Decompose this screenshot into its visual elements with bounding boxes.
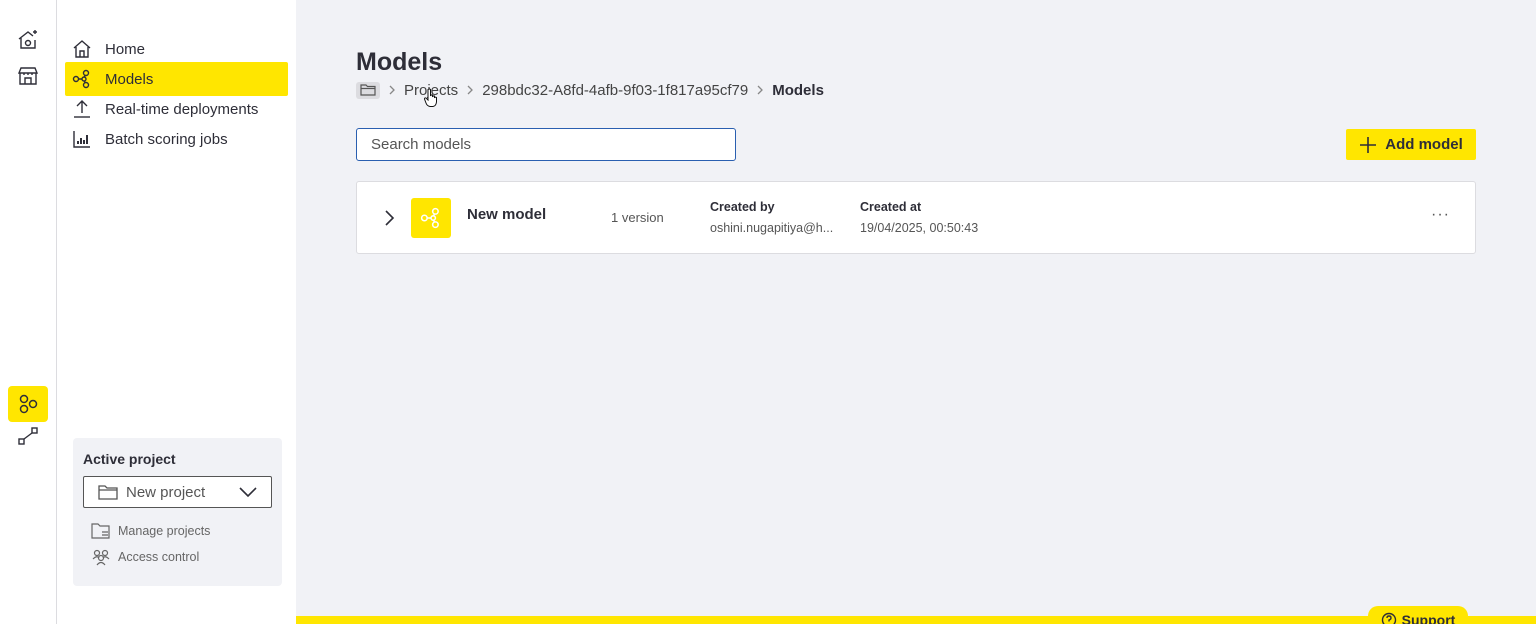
nav-item-home[interactable]: Home [65,32,288,66]
created-at-label: Created at [860,200,922,214]
model-icon [411,198,451,238]
active-project-title: Active project [83,451,176,467]
more-options-icon[interactable]: ··· [1431,206,1450,224]
nav-item-label: Real-time deployments [105,100,259,118]
nav-item-real-time-deployments[interactable]: Real-time deployments [65,92,288,126]
model-version-count: 1 version [611,210,664,225]
icon-rail [0,0,57,624]
project-select-value: New project [126,483,206,501]
help-icon [1381,612,1397,624]
nav-item-label: Models [105,70,154,88]
support-button[interactable]: Support [1368,606,1468,624]
support-label: Support [1401,612,1456,624]
upload-icon [71,98,93,120]
store-icon[interactable] [8,58,48,94]
project-select[interactable]: New project [83,476,272,508]
nav-item-label: Batch scoring jobs [105,130,228,148]
manage-projects-icon [91,522,111,540]
access-control-link[interactable]: Access control [91,548,199,566]
active-project-panel: Active project New project Manage projec… [73,438,282,586]
models-app-icon[interactable] [8,386,48,422]
manage-projects-label: Manage projects [118,524,211,538]
users-icon [91,548,111,566]
nav-item-batch-scoring-jobs[interactable]: Batch scoring jobs [65,122,288,156]
home-sparkle-icon[interactable] [8,22,48,58]
access-control-label: Access control [118,550,200,564]
page-title: Models [356,48,443,76]
chevron-right-icon [756,84,764,96]
created-by-value: oshini.nugapitiya@h... [710,221,834,235]
chevron-right-icon [466,84,474,96]
hand-pointer-icon [423,88,439,113]
nav-item-label: Home [105,40,146,58]
manage-projects-link[interactable]: Manage projects [91,522,210,540]
plus-icon [1359,136,1377,154]
chevron-right-icon[interactable] [383,209,395,227]
chevron-down-icon [239,485,257,503]
folder-icon [98,484,118,500]
breadcrumb-folder-icon[interactable] [356,81,380,99]
main-content: Models Projects 298bdc32-A8fd-4afb-9f03-… [296,0,1536,624]
breadcrumb-current: Models [772,81,824,99]
chevron-right-icon [388,84,396,96]
created-at-value: 19/04/2025, 00:50:43 [860,221,979,235]
model-row[interactable]: New model 1 version Created by oshini.nu… [356,181,1476,254]
created-by-label: Created by [710,200,775,214]
model-name[interactable]: New model [467,206,546,223]
breadcrumb-project-id[interactable]: 298bdc32-A8fd-4afb-9f03-1f817a95cf79 [482,82,748,99]
nav-item-models[interactable]: Models [65,62,288,96]
models-icon [71,68,93,90]
batch-chart-icon [71,128,93,150]
home-icon [71,38,93,60]
side-nav: Home Models Real-time deployments Batch … [57,0,296,624]
add-model-button[interactable]: Add model [1346,129,1476,160]
add-model-label: Add model [1385,136,1463,153]
pipeline-icon[interactable] [8,418,48,454]
search-input[interactable] [356,128,736,161]
bottom-accent-bar [296,616,1536,624]
